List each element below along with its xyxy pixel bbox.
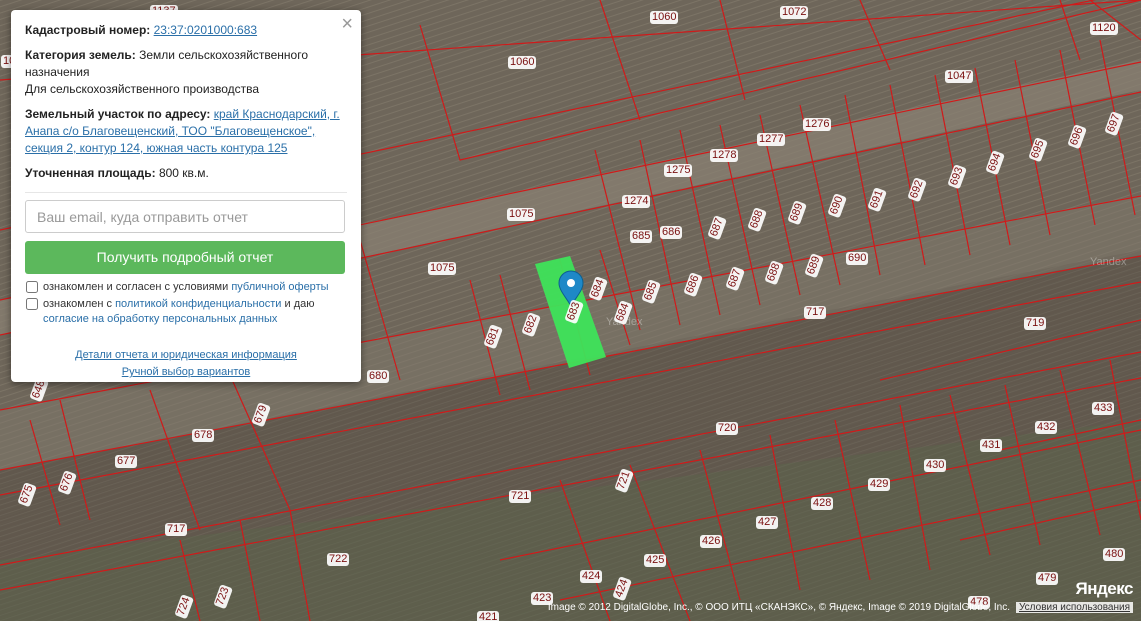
parcel-label[interactable]: 678	[192, 429, 215, 442]
yandex-logo: Яндекс	[1075, 579, 1134, 598]
get-report-button[interactable]: Получить подробный отчет	[25, 241, 345, 274]
popup-footer-links: Детали отчета и юридическая информация Р…	[25, 347, 347, 381]
parcel-label[interactable]: 479	[1036, 572, 1059, 585]
cadastral-number-link[interactable]: 23:37:0201000:683	[154, 23, 257, 37]
parcel-label[interactable]: 1047	[945, 70, 974, 83]
category-row: Категория земель: Земли сельскохозяйстве…	[25, 47, 347, 98]
divider	[25, 192, 347, 193]
parcel-label[interactable]: 1120	[1090, 22, 1118, 35]
report-details-link[interactable]: Детали отчета и юридическая информация	[75, 349, 297, 361]
map-watermark: Yandex	[1090, 256, 1127, 268]
map-watermark: Yandex	[606, 316, 643, 328]
parcel-label[interactable]: 717	[165, 523, 188, 536]
parcel-label[interactable]: 1072	[780, 6, 809, 19]
parcel-label[interactable]: 1274	[622, 195, 651, 208]
parcel-label[interactable]: 685	[630, 230, 653, 243]
parcel-label[interactable]: 425	[644, 554, 667, 567]
map-attribution: Image © 2012 DigitalGlobe, Inc., © ООО И…	[548, 602, 1133, 613]
parcel-label[interactable]: 429	[868, 478, 891, 491]
parcel-label[interactable]: 427	[756, 516, 779, 529]
privacy-consent-checkbox[interactable]: ознакомлен с политикой конфиденциальност…	[25, 297, 347, 327]
usage-value: Для сельскохозяйственного производства	[25, 82, 260, 96]
parcel-label[interactable]: 1075	[428, 262, 457, 275]
attribution-text: Image © 2012 DigitalGlobe, Inc., © ООО И…	[547, 602, 1010, 613]
cadastral-label: Кадастровый номер:	[25, 23, 151, 37]
parcel-label[interactable]: 1060	[508, 56, 537, 69]
parcel-label[interactable]: 721	[509, 490, 532, 503]
offer-checkbox[interactable]	[26, 281, 38, 293]
cadastral-row: Кадастровый номер: 23:37:0201000:683	[25, 22, 347, 39]
parcel-label[interactable]: 1075	[507, 208, 536, 221]
parcel-label[interactable]: 690	[846, 252, 869, 265]
area-row: Уточненная площадь: 800 кв.м.	[25, 165, 347, 182]
area-label: Уточненная площадь:	[25, 166, 156, 180]
parcel-label[interactable]: 720	[716, 422, 739, 435]
parcel-label[interactable]: 1277	[757, 133, 786, 146]
public-offer-link[interactable]: публичной оферты	[231, 281, 328, 293]
address-row: Земельный участок по адресу: край Красно…	[25, 106, 347, 157]
parcel-info-popup: × Кадастровый номер: 23:37:0201000:683 К…	[11, 10, 361, 382]
personal-data-consent-link[interactable]: согласие на обработку персональных данны…	[43, 313, 277, 325]
parcel-label[interactable]: 1060	[650, 11, 679, 24]
privacy-consent-text: ознакомлен с	[43, 298, 113, 310]
email-input[interactable]	[25, 200, 345, 233]
parcel-label[interactable]: 719	[1024, 317, 1047, 330]
parcel-label[interactable]: 431	[980, 439, 1003, 452]
parcel-label[interactable]: 717	[804, 306, 827, 319]
parcel-label[interactable]: 1276	[803, 118, 832, 131]
address-label: Земельный участок по адресу:	[25, 107, 211, 121]
area-value: 800 кв.м.	[158, 166, 209, 180]
parcel-label[interactable]: 722	[327, 553, 350, 566]
parcel-label[interactable]: 677	[115, 455, 138, 468]
parcel-label[interactable]: 426	[700, 535, 723, 548]
parcel-label[interactable]: 433	[1092, 402, 1115, 415]
parcel-label[interactable]: 480	[1103, 548, 1126, 561]
privacy-checkbox[interactable]	[26, 298, 38, 310]
manual-selection-link[interactable]: Ручной выбор вариантов	[122, 366, 250, 378]
parcel-label[interactable]: 428	[811, 497, 834, 510]
parcel-label[interactable]: 1278	[710, 149, 739, 162]
offer-consent-text: ознакомлен и согласен с условиями	[43, 281, 229, 293]
parcel-label[interactable]: 686	[660, 226, 683, 239]
offer-consent-checkbox[interactable]: ознакомлен и согласен с условиями публич…	[25, 280, 347, 295]
parcel-label[interactable]: 432	[1035, 421, 1058, 434]
category-label: Категория земель:	[25, 48, 136, 62]
terms-of-use-link[interactable]: Условия использования	[1016, 602, 1133, 613]
parcel-label[interactable]: 1275	[664, 164, 693, 177]
parcel-label[interactable]: 680	[367, 370, 390, 383]
privacy-policy-link[interactable]: политикой конфиденциальности	[115, 298, 281, 310]
parcel-label[interactable]: 424	[580, 570, 603, 583]
parcel-label[interactable]: 430	[924, 459, 947, 472]
close-icon[interactable]: ×	[341, 14, 353, 34]
parcel-label[interactable]: 421	[477, 611, 500, 621]
privacy-consent-text-after: и даю	[284, 298, 315, 310]
